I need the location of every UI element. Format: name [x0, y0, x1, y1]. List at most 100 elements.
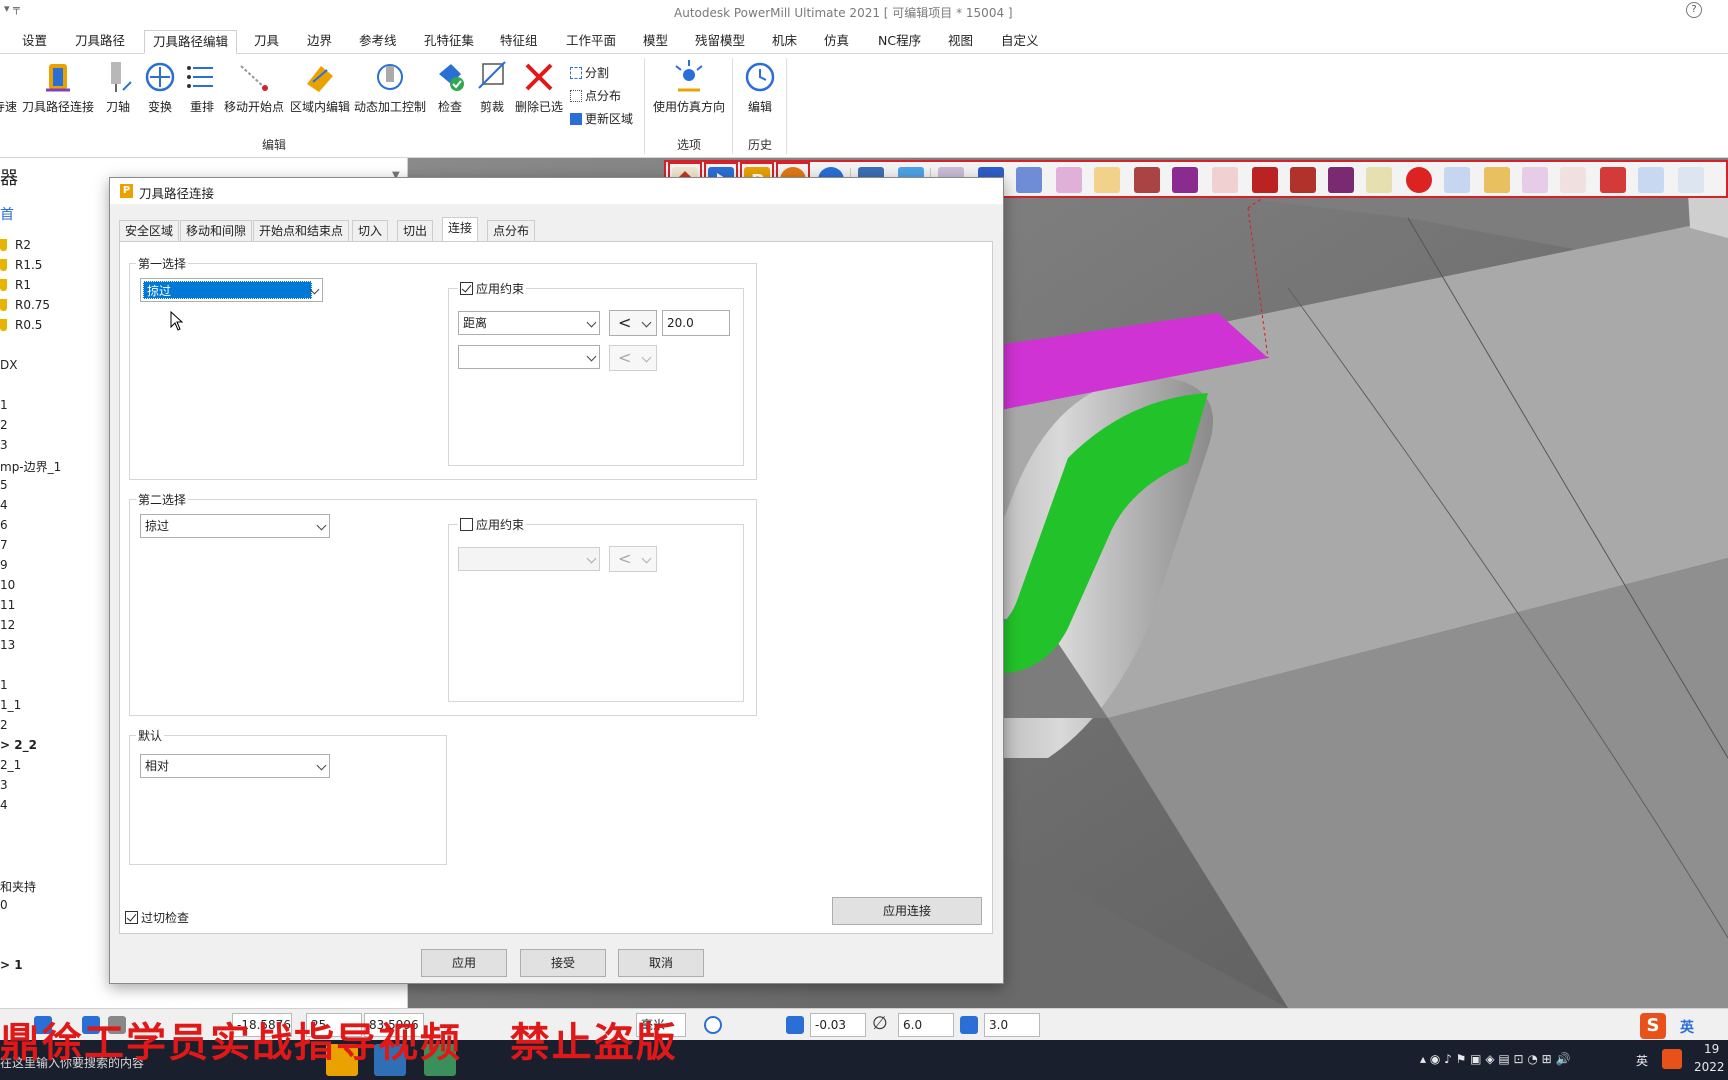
tree-item[interactable]: > 1: [0, 958, 23, 972]
tree-item[interactable]: 4: [0, 498, 8, 512]
tree-item[interactable]: 11: [0, 598, 15, 612]
hierarchy-icon[interactable]: [1600, 167, 1626, 193]
dynamic-machining-button[interactable]: 动态加工控制: [354, 60, 426, 115]
second-choice-select[interactable]: 掠过: [140, 514, 330, 538]
tool-item[interactable]: R1.5: [0, 258, 42, 272]
default-select[interactable]: 相对: [140, 754, 330, 778]
stepover-icon[interactable]: [960, 1016, 978, 1034]
tool-item[interactable]: R0.5: [0, 318, 42, 332]
accept-button[interactable]: 接受: [520, 949, 606, 977]
tab-model[interactable]: 模型: [635, 30, 676, 54]
constraint-operator-select[interactable]: <: [609, 310, 657, 336]
tab-toolpath-edit[interactable]: 刀具路径编辑: [144, 30, 238, 54]
project-icon[interactable]: [1328, 167, 1354, 193]
app-taskbar-icon[interactable]: [424, 1044, 456, 1076]
tree-item[interactable]: 1_1: [0, 698, 21, 712]
tree-item[interactable]: 0: [0, 898, 8, 912]
constraint2-operator-select[interactable]: <: [609, 345, 657, 371]
second-constraint-type-select[interactable]: [458, 547, 600, 571]
delete-selected-button[interactable]: 删除已选: [514, 60, 564, 115]
apply-links-button[interactable]: 应用连接: [832, 897, 982, 925]
tab-toolpaths[interactable]: 刀具路径: [67, 30, 133, 54]
second-constraint-operator-select[interactable]: <: [609, 546, 657, 572]
tab-tool[interactable]: 刀具: [246, 30, 287, 54]
tab-lead-out[interactable]: 切出: [397, 220, 434, 242]
tab-simulation[interactable]: 仿真: [816, 30, 857, 54]
clock-date[interactable]: 2022: [1694, 1060, 1725, 1074]
tab-moves-gaps[interactable]: 移动和间隙: [180, 220, 253, 242]
tree-item[interactable]: 和夹持: [0, 878, 36, 895]
dialog-title-bar[interactable]: P 刀具路径连接: [110, 178, 1003, 204]
machining-icon[interactable]: [1016, 167, 1042, 193]
tab-start-end-points[interactable]: 开始点和结束点: [253, 220, 350, 242]
quick-access-toolbar[interactable]: ▾ ╤: [4, 2, 20, 15]
tree-item[interactable]: 2: [0, 718, 8, 732]
tree-item-active[interactable]: > 2_2: [0, 738, 37, 752]
diameter-field[interactable]: 6.0: [898, 1013, 954, 1037]
system-tray-icons[interactable]: ▴ ◉ ♪ ⚑ ▣ ◈ ▤ ⊡ ◔ ⊞ 🔊: [1420, 1052, 1570, 1066]
ime-indicator[interactable]: 英: [1636, 1052, 1648, 1069]
stepover-field[interactable]: 3.0: [984, 1013, 1040, 1037]
tree-item[interactable]: 13: [0, 638, 15, 652]
feed-rate-button[interactable]: 寺速: [0, 60, 18, 115]
tree-item[interactable]: 2_1: [0, 758, 21, 772]
transform-button[interactable]: 变换: [142, 60, 178, 115]
tab-hole-features[interactable]: 孔特征集: [416, 30, 482, 54]
tab-pattern[interactable]: 参考线: [351, 30, 405, 54]
tab-boundary[interactable]: 边界: [299, 30, 340, 54]
education-icon[interactable]: [1366, 167, 1392, 193]
tree-item[interactable]: mp-边界_1: [0, 458, 61, 475]
clock-time[interactable]: 19: [1704, 1042, 1719, 1056]
app-taskbar-icon[interactable]: [374, 1044, 406, 1076]
height-icon[interactable]: [1212, 167, 1238, 193]
surface-icon[interactable]: [1252, 167, 1278, 193]
constraint-type-select[interactable]: 距离: [458, 311, 600, 335]
use-sim-direction-button[interactable]: 使用仿真方向: [650, 60, 728, 115]
color-icon[interactable]: [1134, 167, 1160, 193]
snap-icon[interactable]: [82, 1016, 100, 1034]
reorder-button[interactable]: 重排: [184, 60, 220, 115]
workplane-icon[interactable]: [704, 1016, 722, 1034]
y-coordinate-field[interactable]: 25: [306, 1013, 362, 1037]
tab-settings[interactable]: 设置: [14, 30, 55, 54]
tree-item[interactable]: 9: [0, 558, 8, 572]
tab-customize[interactable]: 自定义: [993, 30, 1047, 54]
print-icon[interactable]: [1522, 167, 1548, 193]
tool-item[interactable]: R0.75: [0, 298, 50, 312]
history-edit-button[interactable]: 编辑: [740, 60, 780, 115]
tree-item[interactable]: 10: [0, 578, 15, 592]
tool-axis-button[interactable]: 刀轴: [100, 60, 136, 115]
tree-item[interactable]: 3: [0, 778, 8, 792]
tree-item[interactable]: 12: [0, 618, 15, 632]
taskbar-search[interactable]: 在这里输入你要搜索的内容: [0, 1054, 144, 1071]
tools-icon[interactable]: [1484, 167, 1510, 193]
cancel-button[interactable]: 取消: [618, 949, 704, 977]
tab-stock-model[interactable]: 残留模型: [687, 30, 753, 54]
tab-links[interactable]: 连接: [442, 217, 479, 243]
coordinate-icon[interactable]: [34, 1016, 52, 1034]
record-icon[interactable]: [1406, 167, 1432, 193]
tool-item[interactable]: R2: [0, 238, 31, 252]
scallop-icon[interactable]: [1172, 167, 1198, 193]
update-region-button[interactable]: 更新区域: [570, 110, 633, 127]
toolpath-icon[interactable]: [1056, 167, 1082, 193]
first-choice-select[interactable]: 掠过: [140, 278, 323, 302]
second-apply-constraint-checkbox[interactable]: 应用约束: [458, 516, 527, 533]
x-coordinate-field[interactable]: -18.5876: [232, 1013, 292, 1037]
tab-view[interactable]: 视图: [940, 30, 981, 54]
constraint-value-input[interactable]: 20.0: [662, 310, 730, 336]
z-coordinate-field[interactable]: 83.5996: [364, 1013, 424, 1037]
tab-machine[interactable]: 机床: [764, 30, 805, 54]
point-distribution-button[interactable]: 点分布: [570, 87, 621, 104]
tree-item[interactable]: 1: [0, 398, 8, 412]
settings-icon[interactable]: [1678, 167, 1704, 193]
tree-item[interactable]: 4: [0, 798, 8, 812]
tolerance-icon[interactable]: [786, 1016, 804, 1034]
copy-icon[interactable]: [108, 1016, 126, 1034]
tab-safe-area[interactable]: 安全区域: [119, 220, 180, 242]
rename-icon[interactable]: [1094, 167, 1120, 193]
sogou-tray-icon[interactable]: [1662, 1049, 1682, 1069]
check-button[interactable]: 检查: [432, 60, 468, 115]
constraint2-type-select[interactable]: [458, 345, 600, 369]
tree-item[interactable]: 6: [0, 518, 8, 532]
